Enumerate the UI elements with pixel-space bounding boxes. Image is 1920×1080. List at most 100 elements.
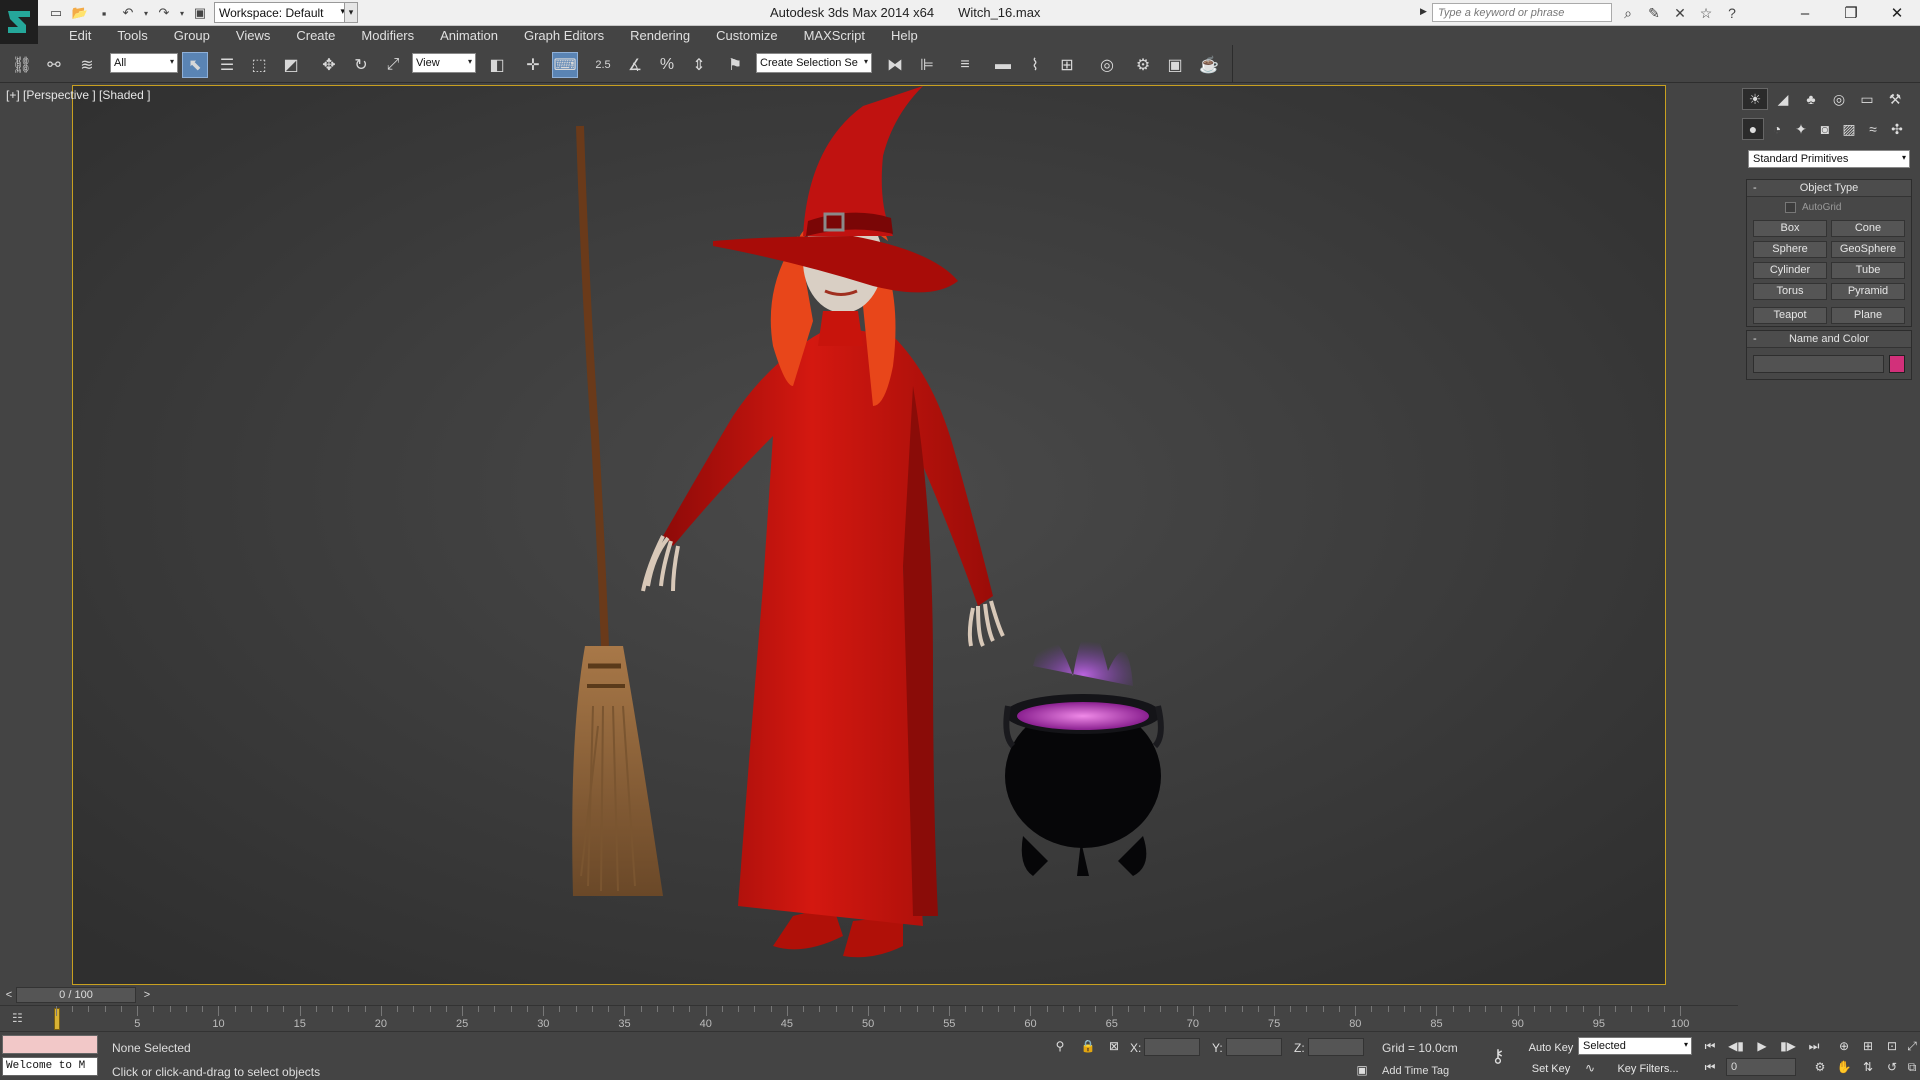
redo-icon[interactable]: ↷ bbox=[154, 3, 174, 23]
pan-view-icon[interactable]: ✋ bbox=[1834, 1058, 1854, 1076]
default-tangent-icon[interactable]: ∿ bbox=[1582, 1060, 1598, 1076]
undo-dropdown-icon[interactable]: ▾ bbox=[142, 3, 150, 23]
bind-space-warp-icon[interactable]: ≋ bbox=[74, 52, 100, 78]
save-file-icon[interactable]: ▪ bbox=[94, 3, 114, 23]
percent-snap-icon[interactable]: % bbox=[654, 52, 680, 78]
play-icon[interactable]: ▶ bbox=[1752, 1037, 1772, 1055]
object-color-swatch[interactable] bbox=[1889, 355, 1905, 373]
workspace-menu-button[interactable]: ▾ bbox=[344, 2, 358, 23]
layer-manager-icon[interactable]: ≡ bbox=[952, 52, 978, 78]
menu-maxscript[interactable]: MAXScript bbox=[791, 28, 878, 43]
box-button[interactable]: Box bbox=[1753, 220, 1827, 237]
display-tab-icon[interactable]: ▭ bbox=[1854, 88, 1880, 110]
object-name-input[interactable] bbox=[1753, 355, 1884, 373]
tube-button[interactable]: Tube bbox=[1831, 262, 1905, 279]
reference-coordinate-dropdown[interactable]: View ▾ bbox=[412, 53, 476, 73]
perspective-viewport[interactable] bbox=[72, 85, 1666, 985]
undo-icon[interactable]: ↶ bbox=[118, 3, 138, 23]
create-tab-icon[interactable]: ☀ bbox=[1742, 88, 1768, 110]
orbit-icon[interactable]: ↺ bbox=[1882, 1058, 1902, 1076]
selection-filter-dropdown[interactable]: All ▾ bbox=[110, 53, 178, 73]
pyramid-button[interactable]: Pyramid bbox=[1831, 283, 1905, 300]
autogrid-checkbox[interactable] bbox=[1785, 202, 1796, 213]
select-and-link-icon[interactable]: ⛓ bbox=[9, 52, 35, 78]
search-input[interactable]: Type a keyword or phrase bbox=[1432, 3, 1612, 22]
time-slider[interactable]: 0 / 100 bbox=[16, 987, 136, 1003]
key-mode-dropdown[interactable]: Selected ▾ bbox=[1578, 1037, 1692, 1055]
min-max-toggle-icon[interactable]: ⧉ bbox=[1902, 1058, 1920, 1076]
primitive-category-dropdown[interactable]: Standard Primitives ▾ bbox=[1748, 150, 1910, 168]
maximize-viewport-icon[interactable]: ⤢ bbox=[1902, 1037, 1920, 1055]
pivot-center-icon[interactable]: ◧ bbox=[484, 52, 510, 78]
curve-editor-icon[interactable]: ⌇ bbox=[1022, 52, 1048, 78]
minimize-icon[interactable]: – bbox=[1782, 0, 1828, 26]
time-slider-next[interactable]: > bbox=[140, 988, 154, 1002]
zoom-all-icon[interactable]: ⊞ bbox=[1858, 1037, 1878, 1055]
select-and-move-icon[interactable]: ✥ bbox=[316, 52, 342, 78]
auto-key-button[interactable]: Auto Key bbox=[1526, 1039, 1576, 1057]
open-file-icon[interactable]: 📂 bbox=[70, 3, 90, 23]
plane-button[interactable]: Plane bbox=[1831, 307, 1905, 324]
search-expand-icon[interactable]: ▶ bbox=[1420, 6, 1427, 17]
shapes-category-icon[interactable]: ◔ bbox=[1766, 118, 1788, 140]
curve-editor-mini-icon[interactable]: ☷ bbox=[12, 1011, 32, 1027]
viewport-label[interactable]: [+] [Perspective ] [Shaded ] bbox=[6, 88, 150, 102]
field-of-view-icon[interactable]: ⊡ bbox=[1882, 1037, 1902, 1055]
angle-snap-icon[interactable]: ∡ bbox=[622, 52, 648, 78]
graphite-ribbon-icon[interactable]: ▬ bbox=[990, 52, 1016, 78]
cone-button[interactable]: Cone bbox=[1831, 220, 1905, 237]
time-config-icon[interactable]: ⚙ bbox=[1810, 1058, 1830, 1076]
spacewarps-category-icon[interactable]: ≈ bbox=[1862, 118, 1884, 140]
helpers-category-icon[interactable]: ▨ bbox=[1838, 118, 1860, 140]
teapot-button[interactable]: Teapot bbox=[1753, 307, 1827, 324]
name-and-color-header[interactable]: - Name and Color bbox=[1747, 331, 1911, 348]
object-type-header[interactable]: - Object Type bbox=[1747, 180, 1911, 197]
render-production-icon[interactable]: ☕ bbox=[1196, 52, 1222, 78]
key-mode-toggle-icon[interactable]: ⏮ bbox=[1700, 1058, 1720, 1076]
autogrid-option[interactable]: AutoGrid bbox=[1785, 202, 1841, 213]
set-key-button[interactable]: Set Key bbox=[1526, 1060, 1576, 1078]
menu-customize[interactable]: Customize bbox=[703, 28, 790, 43]
render-setup-icon[interactable]: ⚙ bbox=[1130, 52, 1156, 78]
sphere-button[interactable]: Sphere bbox=[1753, 241, 1827, 258]
rendered-frame-window-icon[interactable]: ▣ bbox=[1162, 52, 1188, 78]
systems-category-icon[interactable]: ✣ bbox=[1886, 118, 1908, 140]
redo-dropdown-icon[interactable]: ▾ bbox=[178, 3, 186, 23]
add-time-tag-button[interactable]: Add Time Tag bbox=[1382, 1065, 1449, 1077]
new-file-icon[interactable]: ▭ bbox=[46, 3, 66, 23]
close-icon[interactable]: ✕ bbox=[1874, 0, 1920, 26]
isolate-selection-icon[interactable]: ⚲ bbox=[1052, 1038, 1068, 1054]
next-frame-icon[interactable]: ▮▶ bbox=[1778, 1037, 1798, 1055]
subscription-icon[interactable]: ✎ bbox=[1644, 3, 1664, 23]
menu-modifiers[interactable]: Modifiers bbox=[348, 28, 427, 43]
named-selection-dropdown[interactable]: Create Selection Se ▾ bbox=[756, 53, 872, 73]
set-key-icon[interactable]: ⚷ bbox=[1490, 1047, 1506, 1065]
menu-animation[interactable]: Animation bbox=[427, 28, 511, 43]
spinner-snap-icon[interactable]: ⇕ bbox=[686, 52, 712, 78]
favorites-star-icon[interactable]: ☆ bbox=[1696, 3, 1716, 23]
schematic-view-icon[interactable]: ⊞ bbox=[1054, 52, 1080, 78]
workspace-dropdown[interactable]: Workspace: Default ▾ bbox=[214, 2, 348, 23]
align-icon[interactable]: ⊫ bbox=[914, 52, 940, 78]
edit-named-selection-icon[interactable]: ⚑ bbox=[722, 52, 748, 78]
snaps-toggle[interactable]: 2.5 bbox=[590, 52, 616, 78]
restore-icon[interactable]: ❐ bbox=[1828, 0, 1874, 26]
menu-tools[interactable]: Tools bbox=[104, 28, 160, 43]
go-to-start-icon[interactable]: ⏮ bbox=[1700, 1037, 1720, 1055]
motion-tab-icon[interactable]: ◎ bbox=[1826, 88, 1852, 110]
torus-button[interactable]: Torus bbox=[1753, 283, 1827, 300]
previous-frame-icon[interactable]: ◀▮ bbox=[1726, 1037, 1746, 1055]
utilities-tab-icon[interactable]: ⚒ bbox=[1882, 88, 1908, 110]
select-by-name-icon[interactable]: ☰ bbox=[214, 52, 240, 78]
hierarchy-tab-icon[interactable]: ♣ bbox=[1798, 88, 1824, 110]
walkthrough-icon[interactable]: ⇅ bbox=[1858, 1058, 1878, 1076]
menu-graph-editors[interactable]: Graph Editors bbox=[511, 28, 617, 43]
maxscript-mini-listener[interactable] bbox=[2, 1035, 98, 1054]
absolute-mode-icon[interactable]: ⊠ bbox=[1106, 1038, 1122, 1054]
zoom-extents-icon[interactable]: ⊕ bbox=[1834, 1037, 1854, 1055]
menu-rendering[interactable]: Rendering bbox=[617, 28, 703, 43]
cameras-category-icon[interactable]: ◙ bbox=[1814, 118, 1836, 140]
x-coordinate-input[interactable] bbox=[1144, 1038, 1200, 1056]
menu-create[interactable]: Create bbox=[283, 28, 348, 43]
select-and-manipulate-icon[interactable]: ✛ bbox=[520, 52, 546, 78]
